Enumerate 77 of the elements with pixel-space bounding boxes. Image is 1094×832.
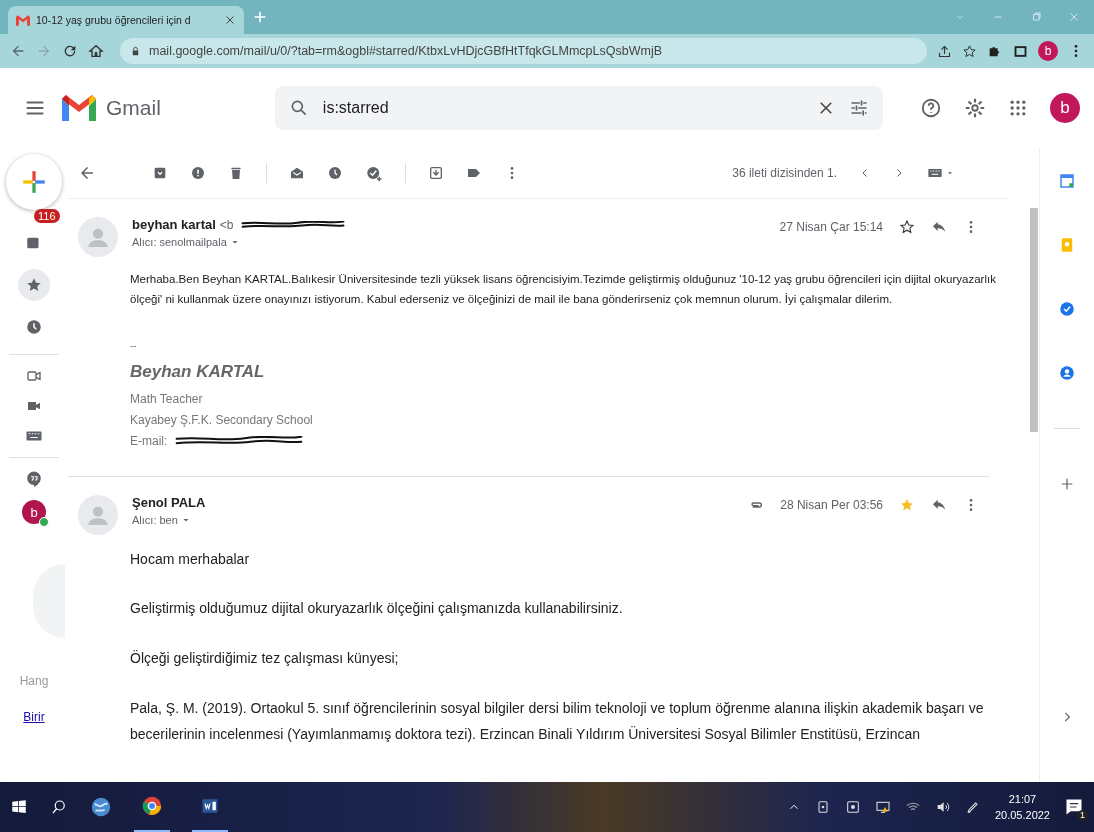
online-dot xyxy=(39,517,49,527)
gmail-logo-icon xyxy=(16,14,30,26)
plus-icon xyxy=(21,169,47,195)
scrollbar[interactable] xyxy=(1030,208,1038,432)
address-bar[interactable]: mail.google.com/mail/u/0/?tab=rm&ogbl#starred/KtbxLvHDjcGBfHtTfqkGLMmcpLsQsbWmjB xyxy=(120,38,927,64)
spam-icon[interactable] xyxy=(190,165,206,181)
chat-avatar[interactable]: b xyxy=(22,500,46,524)
compose-button[interactable] xyxy=(6,154,62,210)
app-name: Gmail xyxy=(106,96,161,120)
nav-item[interactable] xyxy=(18,269,50,301)
screen-icon[interactable] xyxy=(844,799,861,815)
home-icon[interactable] xyxy=(88,43,104,59)
message-paragraph: Geliştirmiş olduğumuz dijital okuryazarlık ölçeğini çalışmanızda kullanabilirsiniz. xyxy=(130,599,624,619)
browser-tab[interactable]: 10-12 yaş grubu öğrencileri için d xyxy=(8,6,244,34)
url-text: mail.google.com/mail/u/0/?tab=rm&ogbl#starred/KtbxLvHDjcGBfHtTfqkGLMmcpLsQsbWmjB xyxy=(149,44,663,58)
close-icon[interactable] xyxy=(224,14,236,26)
mark-unread-icon[interactable] xyxy=(289,165,305,181)
message-paragraph: Pala, Ş. M. (2019). Ortaokul 5. sınıf öğrencilerinin sosyal bilgiler dersi bilim teknoloji ve toplum öğrenme alanına ilişkin akademik başarı ve becerilerinin incelenmesi (Yayımlanmamış doktora tezi). Erzincan Binali Yıldırım Üniversitesi Sosyal Bilimler Enstitüsü, Erzincan xyxy=(130,699,985,745)
lock-icon xyxy=(130,45,141,57)
reload-icon[interactable] xyxy=(62,43,78,59)
link[interactable]: Birir xyxy=(23,710,45,724)
tab-title: 10-12 yaş grubu öğrencileri için d xyxy=(36,14,192,26)
archive-icon[interactable] xyxy=(152,165,168,181)
contacts-icon[interactable] xyxy=(1058,364,1076,382)
side-panel-icon[interactable] xyxy=(1013,43,1028,59)
word-icon xyxy=(200,796,220,816)
clock-date: 20.05.2022 xyxy=(994,808,1050,823)
recipient-text: Alıcı: senolmailpala xyxy=(132,236,227,248)
chrome-icon xyxy=(141,795,163,817)
signature-email-label: E-mail: xyxy=(130,432,168,450)
signature-line: Math Teacher xyxy=(130,390,204,408)
search-icon[interactable] xyxy=(50,798,68,816)
sender-name: beyhan kartal xyxy=(132,217,216,232)
message-paragraph: Merhaba.Ben Beyhan KARTAL.Balıkesir Üniversitesinde tezli yüksek lisans öğrencisiyim.Tezimde geliştirmiş olduğunuz '10-12 yaş grubu öğrencileri için dijital okuryazarlık ölçeği' ni kullanmak üzere onayınızı istiyorum. Kabul ederseniz ve ölçeğinizi de mail ile bana gönderirseniz çok memnun olurum. İyi çalışmalar dilerim. xyxy=(130,272,997,308)
apps-grid-icon[interactable] xyxy=(1008,98,1028,118)
pen-icon[interactable] xyxy=(964,799,981,815)
add-task-icon[interactable] xyxy=(365,164,383,182)
clock-time: 21:07 xyxy=(1007,791,1038,807)
bookmark-star-icon[interactable] xyxy=(962,43,977,59)
pagination-text: 36 ileti dizisinden 1. xyxy=(732,166,837,180)
sender-email: <b xyxy=(219,217,234,232)
share-icon[interactable] xyxy=(937,43,952,59)
signature-line: Kayabey Ş.F.K. Secondary School xyxy=(130,411,314,429)
windows-start-icon[interactable] xyxy=(10,798,28,816)
clock-icon xyxy=(25,318,43,336)
signature-separator: -- xyxy=(130,339,138,354)
notification-count: 1 xyxy=(1077,810,1088,821)
globe-icon[interactable] xyxy=(90,796,112,818)
message-date: 28 Nisan Per 03:56 xyxy=(780,497,883,512)
hangouts-text: Hang xyxy=(19,674,49,688)
tasks-icon[interactable] xyxy=(1058,300,1076,318)
chat-bubble-icon[interactable] xyxy=(25,470,43,488)
message-date: 27 Nisan Çar 15:14 xyxy=(779,220,883,234)
sender-avatar-icon xyxy=(78,494,118,535)
trash-icon[interactable] xyxy=(228,165,244,181)
gmail-logo-icon[interactable] xyxy=(62,95,96,121)
unread-count-badge: 116 xyxy=(34,209,60,223)
calendar-icon[interactable] xyxy=(1058,172,1076,190)
signature-name: Beyhan KARTAL xyxy=(130,360,266,383)
account-avatar[interactable]: b xyxy=(1050,93,1080,123)
sender-name: Şenol PALA xyxy=(132,494,206,510)
monitor-warning-icon[interactable] xyxy=(874,799,891,815)
help-icon[interactable] xyxy=(920,97,942,119)
settings-icon[interactable] xyxy=(964,97,986,119)
move-to-icon[interactable] xyxy=(428,165,444,181)
notification-icon[interactable] xyxy=(1064,797,1084,817)
recipient-text: Alıcı: ben xyxy=(132,513,178,526)
sender-avatar-icon xyxy=(78,217,118,257)
new-meeting-icon[interactable] xyxy=(26,368,42,384)
star-icon xyxy=(25,276,43,294)
profile-avatar[interactable]: b xyxy=(1038,41,1058,61)
search-field[interactable]: is:starred xyxy=(274,86,883,130)
back-icon[interactable] xyxy=(10,43,26,59)
star-icon[interactable] xyxy=(899,219,915,235)
message-paragraph: Hocam merhabalar xyxy=(130,549,251,569)
message-paragraph: Ölçeği geliştirdiğimiz tez çalışması künyesi; xyxy=(130,649,400,669)
clock-icon[interactable] xyxy=(327,165,343,181)
